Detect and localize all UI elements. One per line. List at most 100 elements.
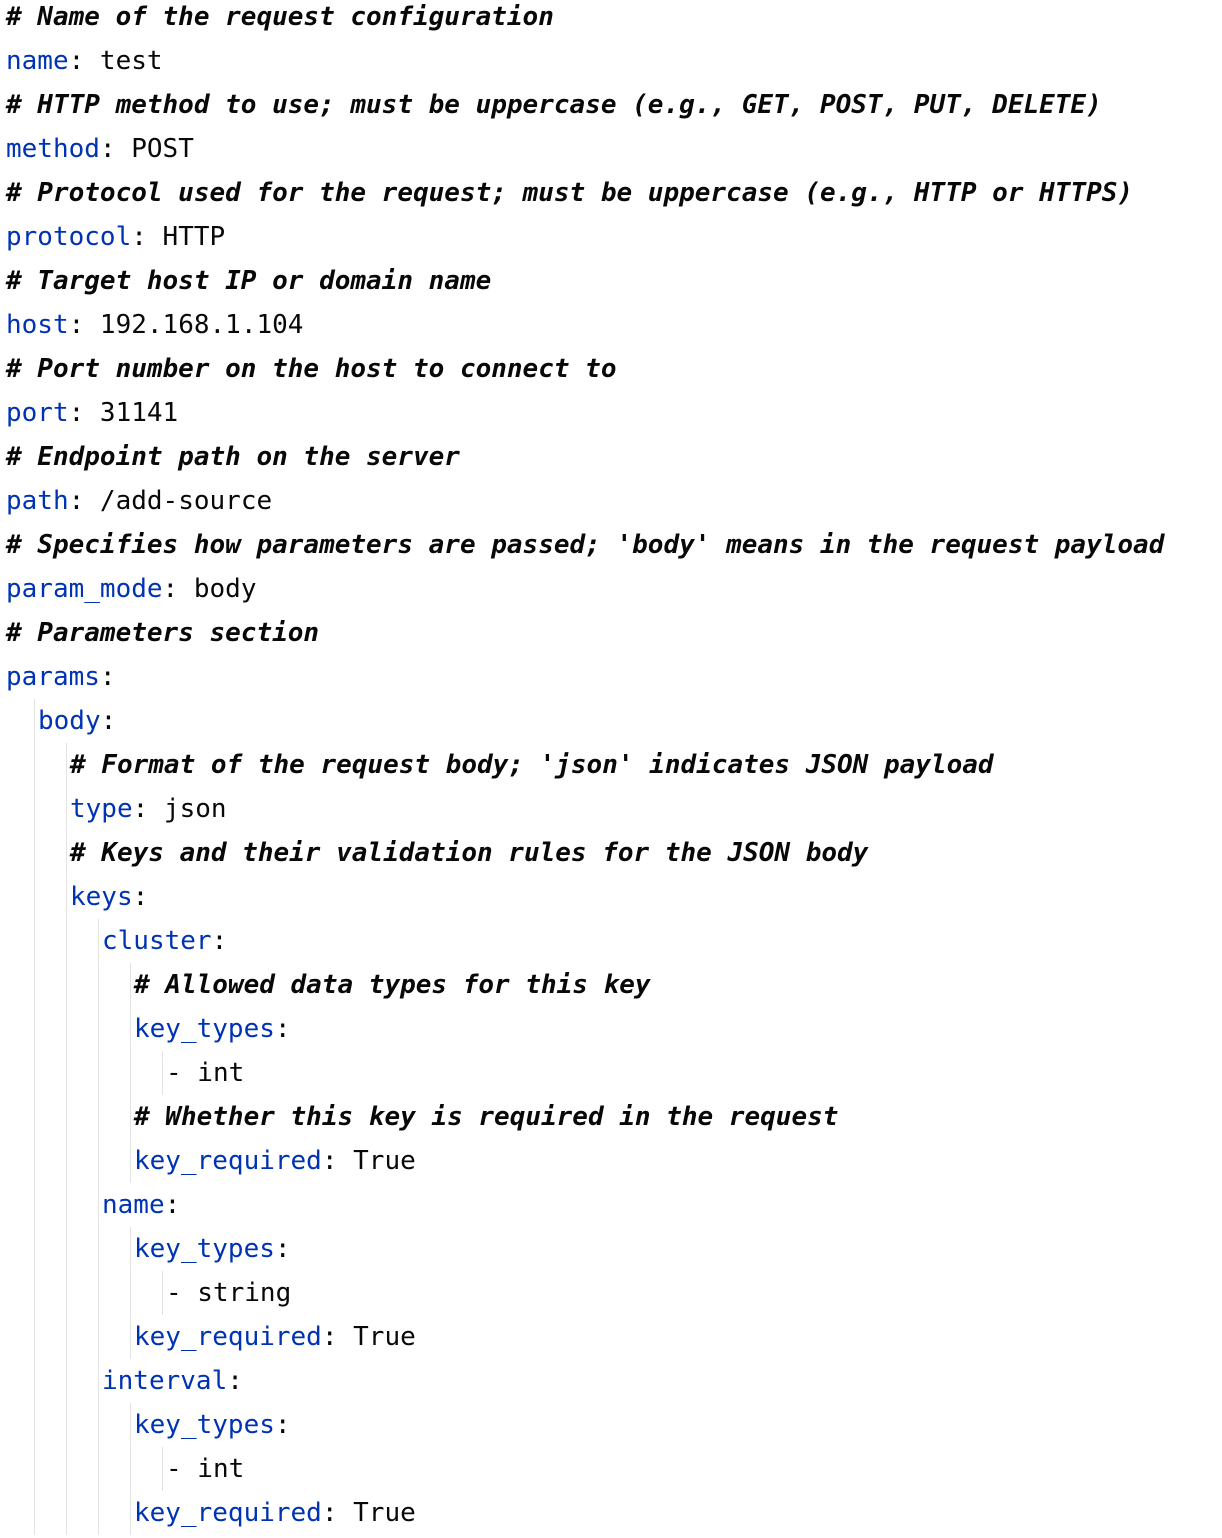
code-line[interactable]: # Format of the request body; 'json' ind… [70, 743, 994, 787]
yaml-comment: # Target host IP or domain name [6, 266, 492, 296]
yaml-key: key_types [134, 1234, 275, 1264]
yaml-colon: : [164, 1190, 181, 1220]
yaml-comment: # Protocol used for the request; must be… [6, 178, 1134, 208]
code-line[interactable]: - int [166, 1447, 244, 1491]
yaml-key: key_types [134, 1410, 275, 1440]
code-line[interactable]: name: [102, 1183, 180, 1227]
yaml-colon: : [68, 486, 85, 516]
yaml-colon: : [321, 1322, 338, 1352]
code-line[interactable]: # Name of the request configuration [6, 0, 554, 39]
yaml-value: body [178, 574, 257, 604]
yaml-value: /add-source [84, 486, 273, 516]
indent-guide [66, 743, 67, 1535]
yaml-key: param_mode [6, 574, 163, 604]
yaml-colon: : [131, 222, 147, 252]
code-line[interactable]: # Port number on the host to connect to [6, 347, 616, 391]
yaml-key: method [6, 134, 100, 164]
code-line[interactable]: params: [6, 655, 116, 699]
code-line[interactable]: # Endpoint path on the server [6, 435, 460, 479]
yaml-colon: : [321, 1146, 338, 1176]
yaml-key: cluster [102, 926, 212, 956]
yaml-comment: # Allowed data types for this key [134, 970, 651, 1000]
indent-guide [130, 1403, 131, 1535]
yaml-colon: : [132, 794, 149, 824]
indent-guide [162, 1447, 163, 1491]
yaml-editor[interactable]: # Name of the request configuration name:… [0, 0, 1222, 1538]
yaml-comment: # Keys and their validation rules for th… [70, 838, 869, 868]
yaml-key: body [38, 706, 101, 736]
code-line[interactable]: param_mode: body [6, 567, 256, 611]
code-line[interactable]: key_required: True [134, 1491, 416, 1535]
yaml-value: json [148, 794, 227, 824]
indent-guide [130, 1227, 131, 1359]
yaml-list-item: - int [166, 1058, 245, 1088]
yaml-value: True [337, 1498, 416, 1528]
yaml-comment: # Specifies how parameters are passed; '… [6, 530, 1165, 560]
code-line[interactable]: # Target host IP or domain name [6, 259, 491, 303]
code-line[interactable]: key_types: [134, 1007, 291, 1051]
code-line[interactable]: # Keys and their validation rules for th… [70, 831, 868, 875]
yaml-value: 192.168.1.104 [84, 310, 304, 340]
code-line[interactable]: name: test [6, 39, 163, 83]
code-line[interactable]: # Specifies how parameters are passed; '… [6, 523, 1164, 567]
code-line[interactable]: port: 31141 [6, 391, 178, 435]
code-line[interactable]: host: 192.168.1.104 [6, 303, 303, 347]
code-line[interactable]: interval: [102, 1359, 243, 1403]
code-line[interactable]: protocol: HTTP [6, 215, 225, 259]
yaml-colon: : [227, 1366, 243, 1396]
yaml-key: protocol [6, 222, 132, 252]
code-line[interactable]: - int [166, 1051, 244, 1095]
yaml-comment: # Endpoint path on the server [6, 442, 460, 472]
yaml-key: key_types [134, 1014, 275, 1044]
yaml-key: type [70, 794, 133, 824]
code-line[interactable]: method: POST [6, 127, 194, 171]
yaml-key: host [6, 310, 69, 340]
code-line[interactable]: # HTTP method to use; must be uppercase … [6, 83, 1102, 127]
indent-guide [98, 919, 99, 1535]
yaml-colon: : [99, 662, 116, 692]
yaml-colon: : [68, 398, 85, 428]
code-line[interactable]: # Parameters section [6, 611, 319, 655]
yaml-value: HTTP [146, 222, 226, 252]
yaml-comment: # Whether this key is required in the re… [134, 1102, 839, 1132]
yaml-colon: : [68, 310, 85, 340]
yaml-value: 31141 [84, 398, 179, 428]
code-line[interactable]: type: json [70, 787, 227, 831]
yaml-value: True [337, 1146, 416, 1176]
indent-guide [162, 1271, 163, 1315]
code-line[interactable]: key_required: True [134, 1315, 416, 1359]
yaml-colon: : [274, 1234, 291, 1264]
yaml-key: interval [102, 1366, 228, 1396]
yaml-key: name [102, 1190, 165, 1220]
indent-guide [162, 1051, 163, 1095]
code-line[interactable]: key_required: True [134, 1139, 416, 1183]
yaml-key: keys [70, 882, 133, 912]
code-line[interactable]: - string [166, 1271, 291, 1315]
code-line[interactable]: body: [38, 699, 116, 743]
yaml-comment: # Port number on the host to connect to [6, 354, 617, 384]
yaml-key: path [6, 486, 69, 516]
code-line[interactable]: key_types: [134, 1403, 291, 1447]
code-line[interactable]: path: /add-source [6, 479, 272, 523]
yaml-value: test [84, 46, 163, 76]
yaml-key: key_required [134, 1146, 322, 1176]
indent-guide [34, 699, 35, 1535]
yaml-colon: : [274, 1014, 291, 1044]
indent-guide [130, 963, 131, 1183]
code-line[interactable]: cluster: [102, 919, 227, 963]
yaml-value: POST [115, 134, 194, 164]
code-line[interactable]: key_types: [134, 1227, 291, 1271]
yaml-colon: : [132, 882, 149, 912]
yaml-colon: : [321, 1498, 338, 1528]
yaml-key: key_required [134, 1498, 322, 1528]
yaml-comment: # Format of the request body; 'json' ind… [70, 750, 994, 780]
yaml-colon: : [274, 1410, 291, 1440]
code-line[interactable]: keys: [70, 875, 148, 919]
code-line[interactable]: # Protocol used for the request; must be… [6, 171, 1133, 215]
yaml-colon: : [99, 134, 116, 164]
code-line[interactable]: # Whether this key is required in the re… [134, 1095, 838, 1139]
yaml-comment: # Name of the request configuration [6, 2, 554, 32]
yaml-colon: : [211, 926, 228, 956]
code-line[interactable]: # Allowed data types for this key [134, 963, 651, 1007]
yaml-comment: # HTTP method to use; must be uppercase … [6, 90, 1102, 120]
